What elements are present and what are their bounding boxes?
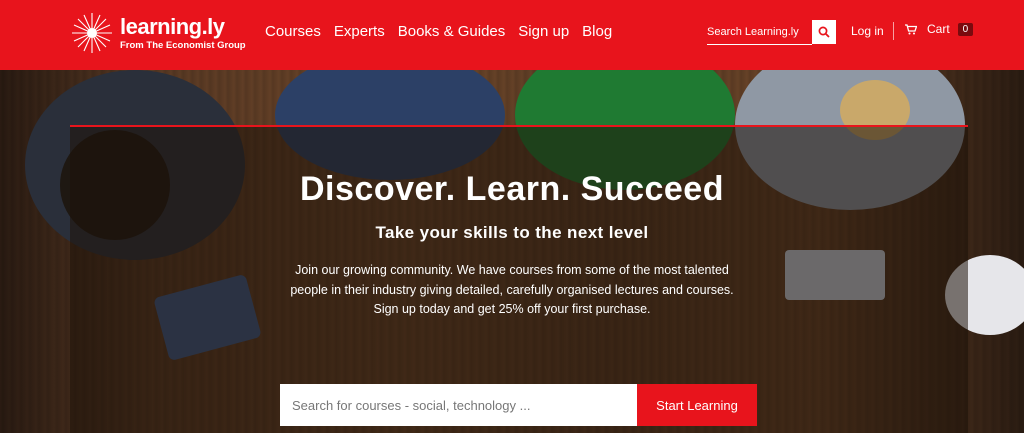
hero-description-line: Sign up today and get 25% off your first…	[373, 302, 651, 316]
hero-subtitle: Take your skills to the next level	[375, 223, 649, 242]
brand-logo[interactable]: learning.ly From The Economist Group	[70, 10, 246, 56]
search-icon	[818, 26, 830, 38]
main-nav: Courses Experts Books & Guides Sign up B…	[265, 23, 612, 40]
hero-title: Discover. Learn. Succeed	[300, 170, 724, 208]
hero-accent-line	[70, 125, 968, 127]
header-divider	[893, 22, 894, 40]
cart-label: Cart	[927, 22, 950, 36]
cart-count-badge: 0	[957, 22, 974, 36]
hero-description-line: Join our growing community. We have cour…	[295, 263, 729, 277]
hero-section: Discover. Learn. Succeed Take your skill…	[0, 70, 1024, 433]
header-search-input[interactable]	[707, 21, 812, 43]
brand-name: learning.ly	[120, 13, 225, 39]
nav-blog[interactable]: Blog	[582, 23, 612, 40]
sunburst-logo-icon	[72, 13, 112, 53]
hero-description: Join our growing community. We have cour…	[262, 261, 762, 320]
start-learning-button[interactable]: Start Learning	[637, 384, 757, 426]
login-link[interactable]: Log in	[851, 24, 884, 38]
top-navbar: learning.ly From The Economist Group Cou…	[0, 0, 1024, 70]
nav-experts[interactable]: Experts	[334, 23, 385, 40]
nav-courses[interactable]: Courses	[265, 23, 321, 40]
course-search-input[interactable]	[280, 384, 637, 426]
brand-tagline: From The Economist Group	[120, 39, 246, 51]
nav-sign-up[interactable]: Sign up	[518, 23, 569, 40]
hero-description-line: people in their industry giving detailed…	[290, 282, 734, 297]
nav-books-guides[interactable]: Books & Guides	[398, 23, 506, 40]
cart-button[interactable]: Cart 0	[905, 22, 974, 36]
header-search-button[interactable]	[812, 20, 836, 44]
cart-icon	[905, 23, 917, 34]
header-search	[707, 21, 812, 45]
